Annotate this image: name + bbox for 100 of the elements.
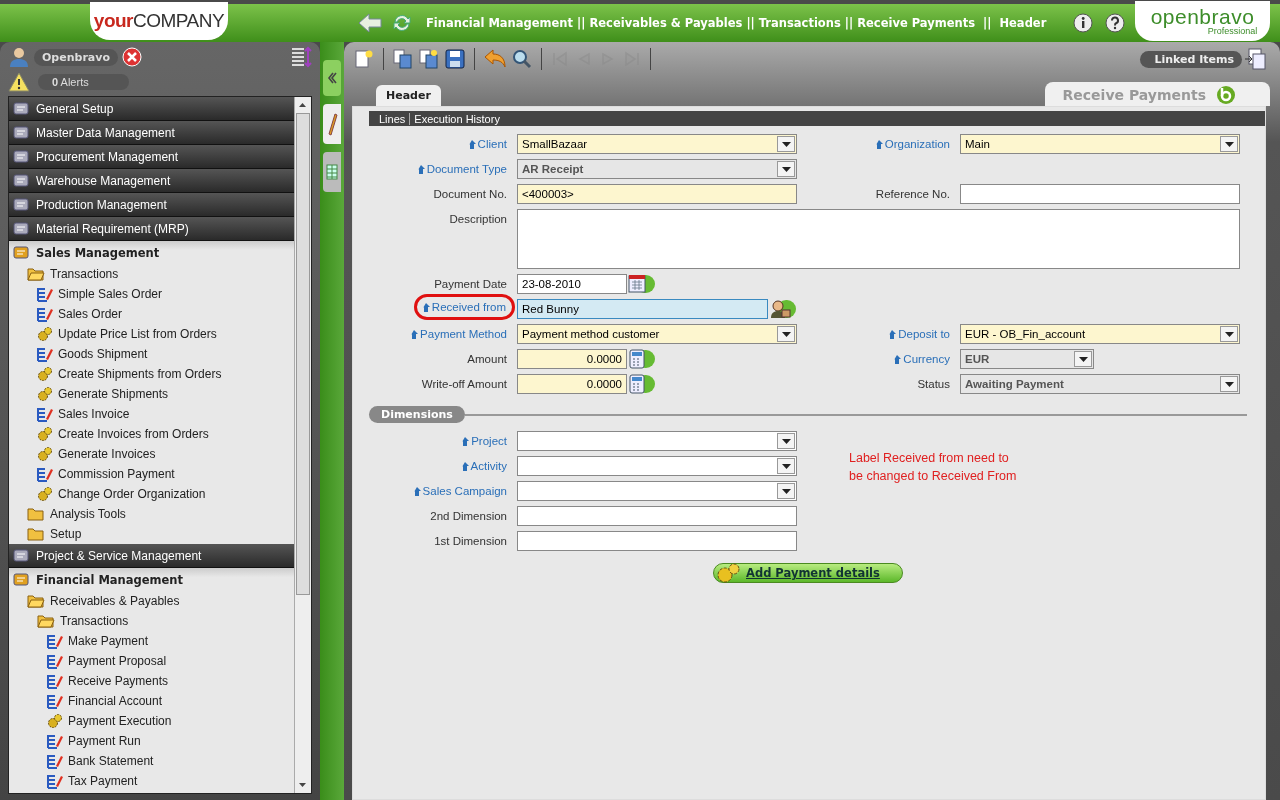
menu-item[interactable]: Generate Shipments [9, 384, 294, 404]
section-title[interactable]: Dimensions [369, 406, 465, 423]
menu-item[interactable]: Bank Statement [9, 751, 294, 771]
menu-item[interactable]: Goods Shipment [9, 344, 294, 364]
alerts-link[interactable]: 0 Alerts [38, 74, 129, 90]
calculator-icon[interactable] [628, 349, 656, 369]
dropdown[interactable]: Awaiting Payment [960, 374, 1240, 394]
help-icon[interactable] [1105, 13, 1125, 33]
input-field[interactable] [517, 506, 797, 526]
breadcrumb: Financial Management || Receivables & Payables || Transactions || Receive Payments || Header [426, 16, 1047, 30]
info-icon[interactable] [1073, 13, 1093, 33]
link-arrow-icon[interactable] [422, 302, 430, 312]
input-field[interactable] [517, 531, 797, 551]
menu-item[interactable]: Commission Payment [9, 464, 294, 484]
menu-item[interactable]: Procurement Management [9, 145, 294, 169]
collapse-all-icon[interactable] [290, 46, 312, 68]
linked-items-button[interactable]: Linked Items [1140, 50, 1242, 68]
menu-item[interactable]: Tax Payment [9, 771, 294, 791]
menu-item[interactable]: Update Price List from Orders [9, 324, 294, 344]
field-label[interactable]: Client [477, 134, 507, 154]
field-label[interactable]: Sales Campaign [422, 481, 507, 501]
menu-item[interactable]: Master Data Management [9, 121, 294, 145]
linked-documents-icon[interactable] [1244, 48, 1266, 70]
link-arrow-icon[interactable] [413, 486, 421, 496]
menu-item[interactable]: Payment Execution [9, 711, 294, 731]
calendar-icon[interactable] [628, 274, 656, 294]
warning-icon [8, 72, 30, 92]
input-field[interactable]: Red Bunny [517, 299, 768, 319]
field-label[interactable]: Document Type [426, 159, 507, 179]
menu-item[interactable]: Make Payment [9, 631, 294, 651]
menu-item[interactable]: Simple Sales Order [9, 284, 294, 304]
search-button[interactable] [510, 47, 534, 71]
tab[interactable]: Header [376, 85, 441, 106]
field-label[interactable]: Organization [884, 134, 950, 154]
field-label[interactable]: Currency [903, 349, 950, 369]
dropdown[interactable] [517, 456, 797, 476]
link-arrow-icon[interactable] [417, 164, 425, 174]
menu-item[interactable]: Payment Run [9, 731, 294, 751]
menu-item[interactable]: General Setup [9, 97, 294, 121]
menu-item[interactable]: Material Requirement (MRP) [9, 217, 294, 241]
link-arrow-icon[interactable] [411, 329, 419, 339]
menu-item[interactable]: Generate Invoices [9, 444, 294, 464]
field-label[interactable]: Activity [470, 456, 507, 476]
dropdown[interactable]: AR Receipt [517, 159, 797, 179]
menu-item[interactable]: Sales Invoice [9, 404, 294, 424]
hide-sidebar-button[interactable] [323, 60, 341, 96]
dropdown-arrow-icon [1224, 331, 1234, 337]
input-field[interactable] [960, 184, 1240, 204]
subtab-link[interactable]: Execution History [414, 112, 500, 125]
dropdown[interactable]: Main [960, 134, 1240, 154]
dropdown[interactable]: Payment method customer [517, 324, 797, 344]
scrollbar[interactable] [294, 97, 311, 793]
add-payment-details-button[interactable]: Add Payment details [713, 563, 903, 583]
field-label[interactable]: Payment Method [420, 324, 507, 344]
menu-item[interactable]: Financial Account [9, 691, 294, 711]
field-label[interactable]: Deposit to [898, 324, 950, 344]
dropdown[interactable] [517, 481, 797, 501]
input-field[interactable]: 0.0000 [517, 374, 627, 394]
menu-item[interactable]: Change Order Organization [9, 484, 294, 504]
business-partner-icon[interactable] [769, 299, 797, 319]
dropdown[interactable]: EUR [960, 349, 1094, 369]
dropdown[interactable]: EUR - OB_Fin_account [960, 324, 1240, 344]
menu-item[interactable]: Create Shipments from Orders [9, 364, 294, 384]
menu-item[interactable]: Project & Service Management [9, 544, 294, 568]
save-button[interactable] [443, 47, 467, 71]
copy-new-button[interactable] [417, 47, 441, 71]
dropdown-arrow-icon [781, 141, 791, 147]
menu-item[interactable]: Production Management [9, 193, 294, 217]
dropdown[interactable]: SmallBazaar [517, 134, 797, 154]
menu-item[interactable]: Transactions [9, 611, 294, 631]
menu-item[interactable]: Payment Proposal [9, 651, 294, 671]
field-label[interactable]: Project [471, 431, 507, 451]
copy-button[interactable] [391, 47, 415, 71]
menu-item[interactable]: Receive Payments [9, 671, 294, 691]
refresh-icon[interactable] [392, 13, 412, 33]
link-arrow-icon[interactable] [889, 329, 897, 339]
menu-item[interactable]: Create Invoices from Orders [9, 424, 294, 444]
link-arrow-icon[interactable] [461, 461, 469, 471]
form-view-button[interactable] [323, 104, 341, 144]
link-arrow-icon[interactable] [894, 354, 902, 364]
back-arrow-icon[interactable] [358, 13, 382, 33]
calculator-icon[interactable] [628, 374, 656, 394]
menu-item[interactable]: Analysis Tools [9, 504, 294, 524]
menu-item[interactable]: Warehouse Management [9, 169, 294, 193]
menu-item[interactable]: Transactions [9, 264, 294, 284]
input-field[interactable]: 0.0000 [517, 349, 627, 369]
field-label[interactable]: Received from [431, 299, 506, 315]
menu-item[interactable]: Setup [9, 524, 294, 544]
menu-item[interactable]: Sales Order [9, 304, 294, 324]
link-arrow-icon[interactable] [462, 436, 470, 446]
dropdown[interactable] [517, 431, 797, 451]
subtab-link[interactable]: Lines [379, 112, 406, 125]
close-icon[interactable] [121, 47, 142, 67]
input-field[interactable]: <400003> [517, 184, 797, 204]
input-field[interactable]: 23-08-2010 [517, 274, 627, 294]
grid-view-button[interactable] [323, 152, 341, 192]
menu-item[interactable]: Receivables & Payables [9, 591, 294, 611]
link-arrow-icon[interactable] [875, 139, 883, 149]
link-arrow-icon[interactable] [468, 139, 476, 149]
text-area[interactable] [517, 209, 1240, 269]
